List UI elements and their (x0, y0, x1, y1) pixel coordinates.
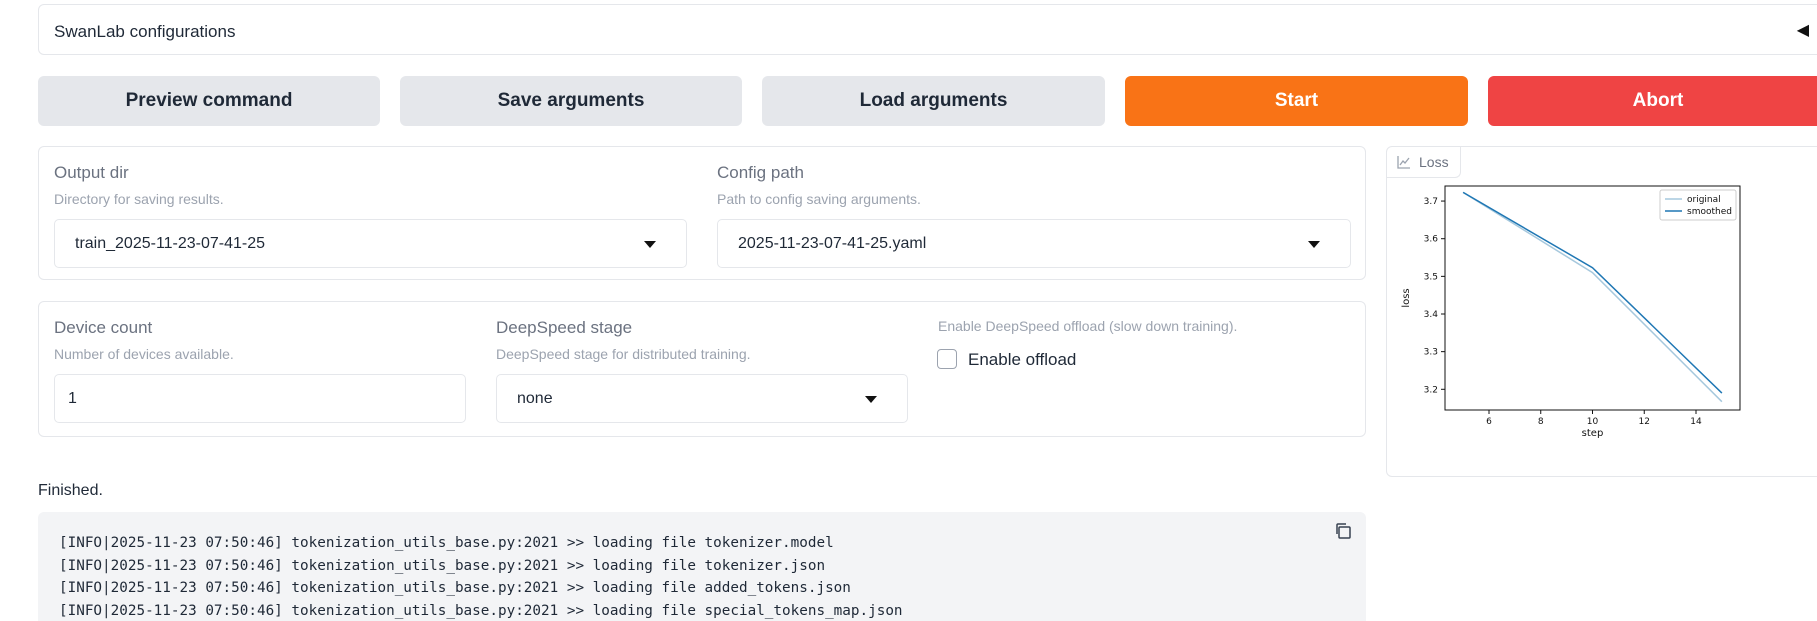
abort-button[interactable]: Abort (1488, 76, 1817, 126)
device-count-label: Device count (54, 318, 153, 337)
collapse-caret-icon[interactable]: ◀ (1797, 20, 1809, 40)
x-tick-label: 12 (1639, 417, 1650, 427)
enable-offload-label[interactable]: Enable offload (968, 350, 1076, 370)
offload-info: Enable DeepSpeed offload (slow down trai… (938, 318, 1238, 334)
config-path-dropdown[interactable]: 2025-11-23-07-41-25.yaml (717, 219, 1351, 268)
swanlab-accordion[interactable]: SwanLab configurations ◀ (38, 4, 1817, 55)
chevron-down-icon (644, 241, 656, 248)
device-count-value: 1 (68, 390, 77, 407)
loss-chart: 6 8 10 12 14 3.2 3.3 3.4 3.5 3.6 3.7 original smoot… (1401, 185, 1741, 439)
enable-offload-checkbox[interactable] (937, 349, 957, 369)
x-tick-label: 6 (1486, 417, 1492, 427)
start-button[interactable]: Start (1125, 76, 1468, 126)
loss-plot-panel: Loss 6 8 10 12 14 3.2 3.3 3.4 3.5 3.6 3.7 original… (1386, 146, 1817, 477)
copy-icon[interactable] (1334, 522, 1352, 540)
deepspeed-stage-info: DeepSpeed stage for distributed training… (496, 346, 751, 362)
load-arguments-button[interactable]: Load arguments (762, 76, 1105, 126)
y-tick-label: 3.7 (1424, 197, 1438, 207)
log-line: [INFO|2025-11-23 07:50:46] tokenization_… (59, 535, 834, 551)
config-path-label: Config path (717, 163, 804, 182)
y-axis-label: loss (1401, 288, 1412, 307)
log-line: [INFO|2025-11-23 07:50:46] tokenization_… (59, 580, 851, 596)
chart-icon (1397, 156, 1410, 169)
y-tick-label: 3.3 (1424, 348, 1438, 358)
output-dir-label: Output dir (54, 163, 129, 182)
deepspeed-stage-dropdown[interactable]: none (496, 374, 908, 423)
status-text: Finished. (38, 482, 103, 499)
chevron-down-icon (1308, 241, 1320, 248)
y-tick-label: 3.5 (1424, 272, 1438, 282)
log-output: [INFO|2025-11-23 07:50:46] tokenization_… (38, 512, 1366, 621)
x-tick-label: 10 (1587, 417, 1599, 427)
loss-plot-tab: Loss (1387, 147, 1461, 178)
log-line: [INFO|2025-11-23 07:50:46] tokenization_… (59, 602, 903, 619)
y-tick-label: 3.4 (1424, 310, 1439, 320)
distributed-panel: Device count Number of devices available… (38, 301, 1366, 437)
legend-label: original (1687, 195, 1721, 205)
config-path-value: 2025-11-23-07-41-25.yaml (738, 235, 927, 252)
deepspeed-stage-label: DeepSpeed stage (496, 318, 633, 337)
x-axis-label: step (1582, 428, 1604, 439)
legend-label: smoothed (1687, 207, 1732, 217)
preview-command-button[interactable]: Preview command (38, 76, 380, 126)
x-tick-label: 8 (1538, 417, 1544, 427)
device-count-input[interactable]: 1 (54, 374, 466, 423)
log-lines: [INFO|2025-11-23 07:50:46] tokenization_… (59, 532, 903, 621)
loss-plot-tab-label: Loss (1419, 154, 1449, 170)
y-tick-label: 3.2 (1424, 385, 1438, 395)
paths-panel: Output dir Directory for saving results.… (38, 146, 1366, 280)
log-line: [INFO|2025-11-23 07:50:46] tokenization_… (59, 557, 826, 574)
accordion-title: SwanLab configurations (54, 22, 236, 41)
config-path-info: Path to config saving arguments. (717, 191, 921, 207)
save-arguments-button[interactable]: Save arguments (400, 76, 742, 126)
device-count-info: Number of devices available. (54, 346, 234, 362)
output-dir-value: train_2025-11-23-07-41-25 (75, 235, 266, 252)
x-tick-label: 14 (1690, 417, 1702, 427)
y-tick-label: 3.6 (1424, 235, 1439, 245)
deepspeed-stage-value: none (517, 390, 553, 407)
output-dir-dropdown[interactable]: train_2025-11-23-07-41-25 (54, 219, 687, 268)
output-dir-info: Directory for saving results. (54, 191, 224, 207)
chevron-down-icon (865, 396, 877, 403)
